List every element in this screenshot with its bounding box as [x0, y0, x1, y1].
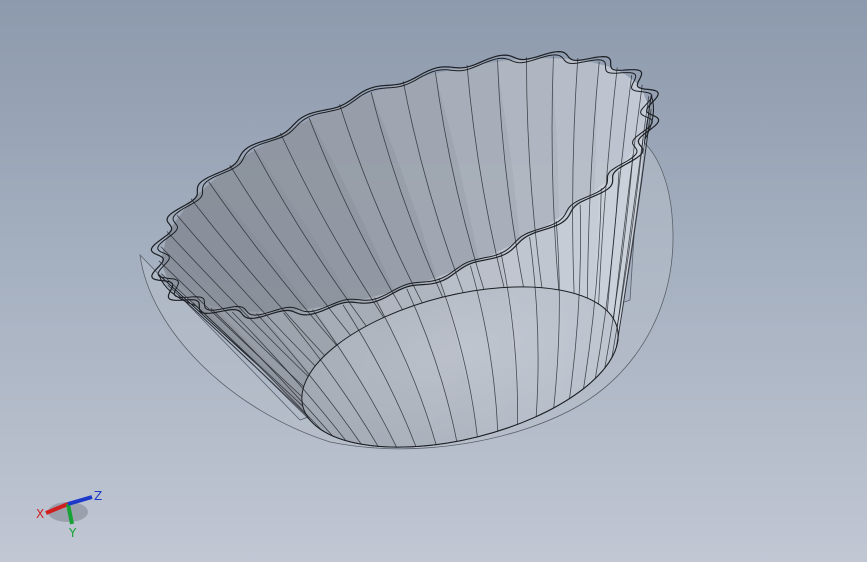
graphics-viewport[interactable]: X Y Z	[0, 0, 867, 562]
z-axis-label: Z	[94, 489, 102, 503]
z-axis-arrow	[67, 495, 93, 506]
x-axis-label: X	[36, 507, 44, 521]
view-orientation-triad[interactable]: X Y Z	[30, 480, 110, 540]
bowl-model[interactable]	[0, 0, 867, 562]
y-axis-label: Y	[68, 526, 77, 540]
